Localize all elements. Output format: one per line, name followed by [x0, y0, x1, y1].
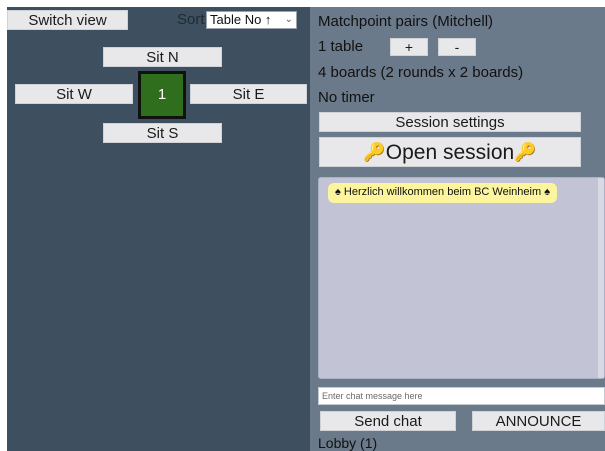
lobby-label: Lobby (1)	[318, 435, 378, 451]
sit-east-button[interactable]: Sit E	[190, 84, 307, 104]
sort-select[interactable]: Table No ↑ ⌄	[206, 11, 297, 29]
table-count: 1 table	[318, 38, 364, 55]
open-session-label: Open session	[385, 141, 515, 164]
session-settings-button[interactable]: Session settings	[319, 112, 581, 132]
table-1[interactable]: 1	[138, 71, 186, 119]
add-table-button[interactable]: +	[390, 38, 428, 56]
session-panel: Matchpoint pairs (Mitchell) 1 table + - …	[310, 7, 605, 451]
chevron-down-icon: ⌄	[284, 14, 293, 25]
sort-select-value: Table No ↑	[210, 12, 272, 27]
chat-log[interactable]: ♠ Herzlich willkommen beim BC Weinheim ♠	[318, 177, 605, 379]
key-icon: 🔑	[363, 142, 386, 162]
sit-north-button[interactable]: Sit N	[103, 47, 222, 67]
board-info: 4 boards (2 rounds x 2 boards)	[318, 64, 524, 81]
send-chat-button[interactable]: Send chat	[320, 411, 456, 431]
scoring-mode: Matchpoint pairs (Mitchell)	[318, 13, 494, 30]
sort-label: Sort:	[177, 11, 209, 28]
chat-input[interactable]: Enter chat message here	[318, 387, 605, 405]
remove-table-button[interactable]: -	[438, 38, 476, 56]
open-session-button[interactable]: 🔑Open session🔑	[319, 137, 581, 167]
chat-message: ♠ Herzlich willkommen beim BC Weinheim ♠	[328, 183, 558, 203]
sit-west-button[interactable]: Sit W	[15, 84, 133, 104]
table-view-panel: Switch view Sort: Table No ↑ ⌄ Sit N Sit…	[7, 7, 310, 451]
switch-view-button[interactable]: Switch view	[7, 10, 128, 30]
announce-button[interactable]: ANNOUNCE	[472, 411, 605, 431]
sit-south-button[interactable]: Sit S	[103, 123, 222, 143]
key-icon: 🔑	[514, 142, 537, 162]
timer-status: No timer	[318, 89, 375, 106]
chat-scrollbar[interactable]	[598, 178, 604, 378]
